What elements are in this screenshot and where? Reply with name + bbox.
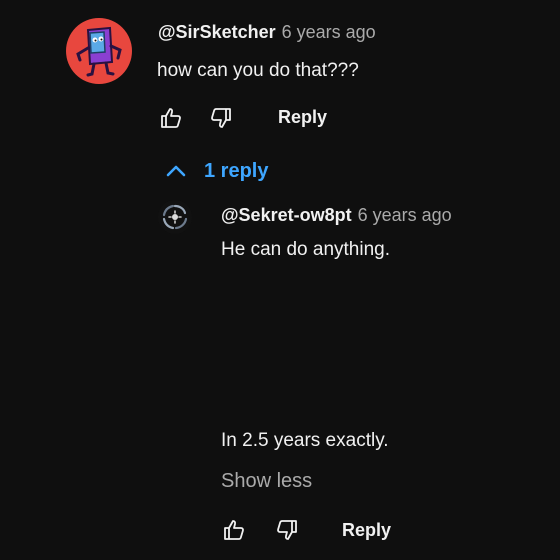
show-less-button[interactable]: Show less	[221, 467, 312, 495]
comment-author[interactable]: @SirSketcher	[158, 22, 276, 42]
thumbs-down-icon	[211, 108, 231, 128]
reply-text-line-2: In 2.5 years exactly.	[221, 430, 389, 451]
thumbs-down-icon	[277, 520, 297, 540]
replies-count-label: 1 reply	[204, 160, 269, 182]
comment-text: how can you do that???	[157, 60, 359, 81]
thumbs-up-icon	[224, 520, 244, 540]
reply-author[interactable]: @Sekret-ow8pt	[221, 205, 352, 225]
reply-avatar[interactable]	[158, 200, 192, 234]
like-button[interactable]	[157, 104, 185, 132]
comment-timestamp[interactable]: 6 years ago	[282, 22, 376, 42]
reply-dislike-button[interactable]	[273, 516, 301, 544]
reply-header: @Sekret-ow8pt 6 years ago	[221, 203, 452, 229]
chevron-up-icon	[166, 165, 186, 177]
reply-timestamp[interactable]: 6 years ago	[358, 205, 452, 225]
avatar[interactable]	[66, 18, 132, 84]
replies-toggle[interactable]: 1 reply	[164, 157, 268, 185]
reply-button[interactable]: Reply	[278, 105, 327, 129]
thumbs-up-icon	[161, 108, 181, 128]
dislike-button[interactable]	[207, 104, 235, 132]
reply-text-line-1: He can do anything.	[221, 239, 391, 260]
sketch-character-avatar-icon	[66, 18, 132, 84]
comment-header: @SirSketcher 6 years ago	[158, 20, 376, 46]
reply-reply-button[interactable]: Reply	[342, 518, 391, 542]
reply-like-button[interactable]	[220, 516, 248, 544]
swirl-avatar-icon	[158, 200, 192, 234]
